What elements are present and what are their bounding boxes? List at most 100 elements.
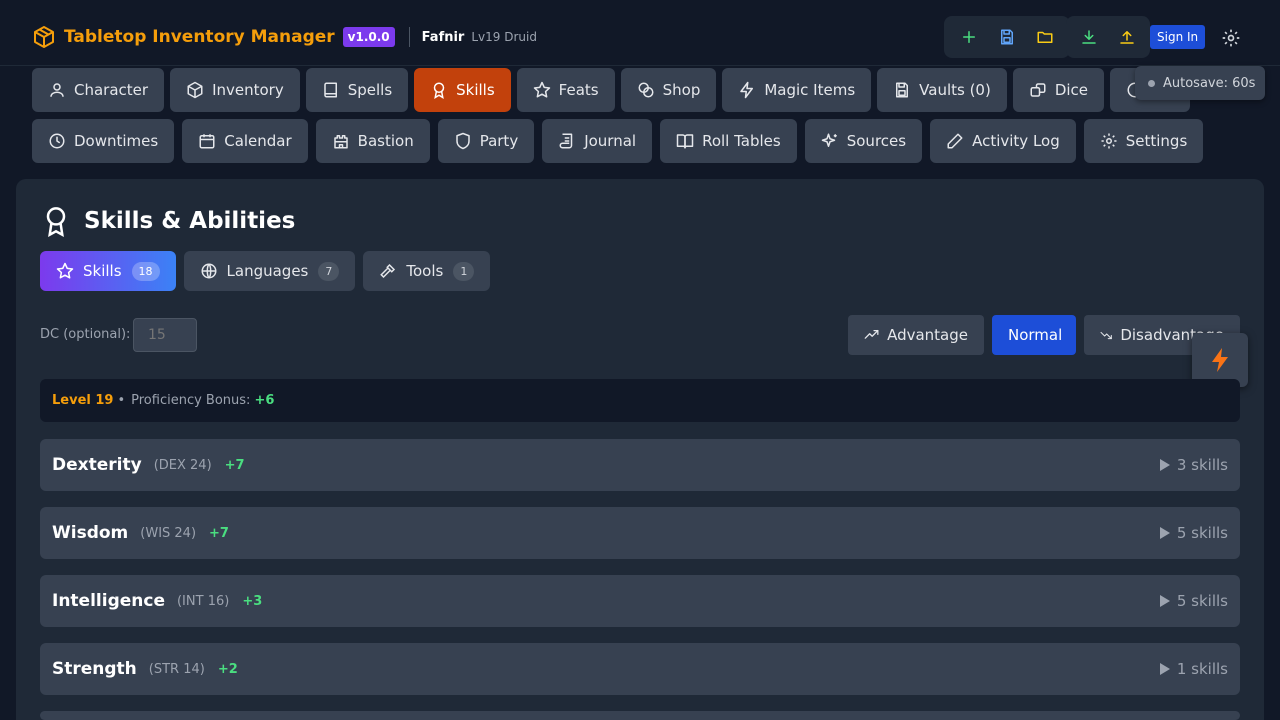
tab-label: Calendar bbox=[224, 132, 292, 150]
normal-button[interactable]: Normal bbox=[992, 315, 1076, 355]
ability-modifier: +3 bbox=[242, 593, 263, 609]
sign-in-button[interactable]: Sign In bbox=[1150, 25, 1206, 49]
import-export-toolbar bbox=[1066, 16, 1150, 58]
download-icon bbox=[1082, 30, 1096, 44]
ability-row-dexterity[interactable]: Dexterity (DEX 24) +7 3 skills bbox=[40, 439, 1240, 491]
count-badge: 7 bbox=[318, 261, 340, 281]
ability-score: (INT 16) bbox=[176, 593, 230, 609]
save-button[interactable] bbox=[988, 22, 1026, 52]
ability-score: (STR 14) bbox=[148, 661, 205, 677]
scroll-icon bbox=[559, 133, 573, 149]
divider bbox=[408, 27, 410, 47]
advantage-button[interactable]: Advantage bbox=[848, 315, 984, 355]
tab-label: Skills bbox=[456, 81, 495, 99]
skill-count: 1 skills bbox=[1159, 660, 1228, 678]
expand-triangle-icon bbox=[1159, 527, 1170, 539]
star-icon bbox=[56, 262, 74, 279]
app-header: Tabletop Inventory Manager v1.0.0 Fafnir… bbox=[0, 0, 1280, 66]
calendar-icon bbox=[199, 134, 215, 149]
trending-down-icon bbox=[1100, 331, 1112, 340]
skill-count: 5 skills bbox=[1159, 592, 1228, 610]
version-badge: v1.0.0 bbox=[342, 27, 395, 47]
ability-modifier: +7 bbox=[209, 525, 229, 541]
tab-label: Magic Items bbox=[764, 81, 856, 99]
expand-triangle-icon bbox=[1159, 663, 1170, 675]
shield-icon bbox=[455, 132, 470, 150]
level-text: Level 19 bbox=[52, 393, 114, 408]
cube-icon bbox=[34, 26, 54, 48]
ability-row-strength[interactable]: Strength (STR 14) +2 1 skills bbox=[40, 643, 1240, 695]
tab-label: Party bbox=[479, 132, 519, 150]
ability-name: Dexterity bbox=[52, 455, 142, 475]
subtab-skills[interactable]: Skills 18 bbox=[40, 251, 176, 291]
import-button[interactable] bbox=[1070, 22, 1108, 52]
sparkles-icon bbox=[821, 133, 837, 147]
export-button[interactable] bbox=[1108, 22, 1146, 52]
new-button[interactable] bbox=[950, 22, 988, 52]
tab-label: Activity Log bbox=[972, 132, 1060, 150]
clock-icon bbox=[49, 133, 65, 149]
subtab-label: Tools bbox=[406, 262, 444, 280]
tab-downtimes[interactable]: Downtimes bbox=[32, 119, 175, 163]
skill-count: 5 skills bbox=[1159, 524, 1228, 542]
tab-magic-items[interactable]: Magic Items bbox=[722, 68, 872, 112]
tab-label: Character bbox=[74, 81, 149, 99]
tab-skills[interactable]: Skills bbox=[414, 68, 511, 112]
separator-bullet: • bbox=[117, 393, 126, 408]
globe-icon bbox=[201, 263, 217, 279]
tab-bastion[interactable]: Bastion bbox=[315, 119, 430, 163]
ability-score: (WIS 24) bbox=[140, 525, 197, 541]
ability-name: Wisdom bbox=[52, 523, 129, 543]
ability-name: Intelligence bbox=[52, 591, 165, 611]
tab-journal[interactable]: Journal bbox=[542, 119, 653, 163]
tab-shop[interactable]: Shop bbox=[620, 68, 717, 112]
skill-count-label: 5 skills bbox=[1176, 524, 1228, 542]
award-icon bbox=[46, 207, 66, 237]
character-class-level: Lv19 Druid bbox=[471, 30, 537, 44]
ability-row-intelligence[interactable]: Intelligence (INT 16) +3 5 skills bbox=[40, 575, 1240, 627]
tab-settings[interactable]: Settings bbox=[1083, 119, 1204, 163]
tab-party[interactable]: Party bbox=[437, 119, 535, 163]
tab-sources[interactable]: Sources bbox=[804, 119, 923, 163]
tab-roll-tables[interactable]: Roll Tables bbox=[660, 119, 797, 163]
tab-label: Downtimes bbox=[74, 132, 159, 150]
tab-feats[interactable]: Feats bbox=[516, 68, 615, 112]
award-icon bbox=[433, 82, 445, 99]
main-nav-row-1: Character Inventory Spells Skills Feats … bbox=[32, 68, 1232, 112]
tab-dice[interactable]: Dice bbox=[1012, 68, 1105, 112]
app-title: Tabletop Inventory Manager bbox=[64, 27, 335, 47]
ability-score: (DEX 24) bbox=[153, 457, 212, 473]
lightning-icon bbox=[1212, 348, 1228, 372]
subtab-tools[interactable]: Tools 1 bbox=[363, 251, 491, 291]
subtab-languages[interactable]: Languages 7 bbox=[183, 251, 356, 291]
main-nav-row-2: Downtimes Calendar Bastion Party Journal… bbox=[32, 119, 1232, 163]
page-title: Skills & Abilities bbox=[42, 205, 295, 237]
tab-spells[interactable]: Spells bbox=[305, 68, 409, 112]
tab-inventory[interactable]: Inventory bbox=[170, 68, 300, 112]
trending-up-icon bbox=[864, 329, 879, 339]
tab-label: Feats bbox=[558, 81, 599, 99]
open-button[interactable] bbox=[1026, 22, 1064, 52]
tab-character[interactable]: Character bbox=[32, 68, 165, 112]
autosave-label: Autosave: 60s bbox=[1163, 75, 1256, 91]
tab-activity-log[interactable]: Activity Log bbox=[930, 119, 1076, 163]
ability-modifier: +7 bbox=[224, 457, 245, 473]
tab-label: Inventory bbox=[212, 81, 284, 99]
save-icon bbox=[1001, 29, 1013, 45]
ability-row-wisdom[interactable]: Wisdom (WIS 24) +7 5 skills bbox=[40, 507, 1240, 559]
skill-count: 3 skills bbox=[1159, 456, 1228, 474]
tab-label: Journal bbox=[584, 132, 637, 150]
proficiency-value: +6 bbox=[254, 393, 275, 408]
pencil-icon bbox=[947, 133, 963, 149]
tab-label: Sources bbox=[846, 132, 907, 150]
star-icon bbox=[533, 81, 550, 98]
tab-calendar[interactable]: Calendar bbox=[182, 119, 308, 163]
ability-row-partial[interactable] bbox=[40, 711, 1240, 720]
plus-icon bbox=[963, 31, 975, 43]
open-book-icon bbox=[676, 134, 694, 149]
tab-label: Vaults (0) bbox=[919, 81, 991, 99]
dc-input[interactable] bbox=[133, 318, 197, 352]
file-toolbar bbox=[944, 16, 1070, 58]
tab-vaults[interactable]: Vaults (0) bbox=[877, 68, 1007, 112]
gear-icon[interactable] bbox=[1221, 28, 1241, 48]
